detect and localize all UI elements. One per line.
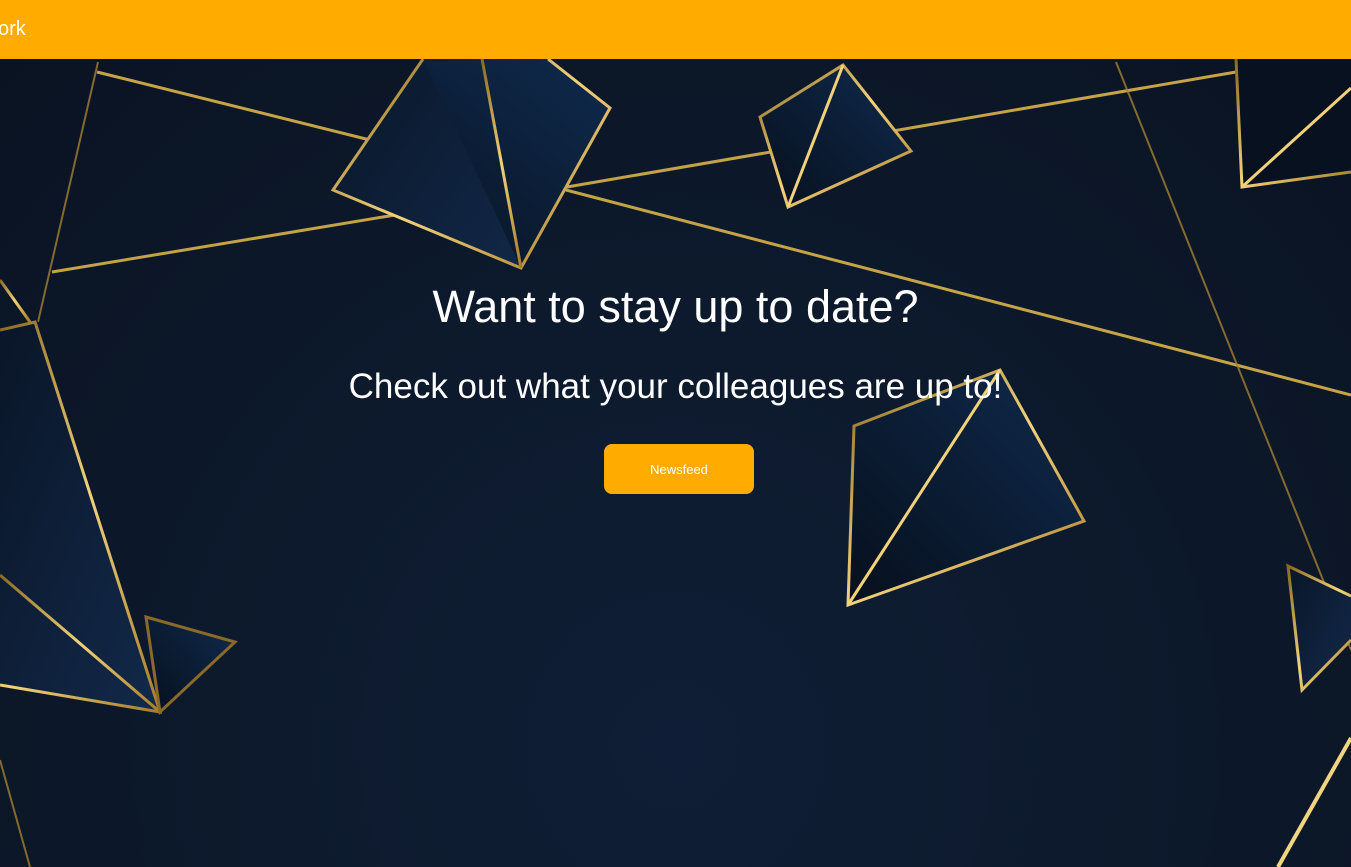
hero-section: Want to stay up to date? Check out what … [0, 59, 1351, 867]
brand-name[interactable]: twork [0, 17, 26, 41]
hero-headline: Want to stay up to date? [432, 281, 919, 332]
newsfeed-button[interactable]: Newsfeed [604, 444, 754, 494]
hero-subheadline: Check out what your colleagues are up to… [348, 367, 1003, 406]
top-navigation-bar: twork [0, 0, 1351, 59]
